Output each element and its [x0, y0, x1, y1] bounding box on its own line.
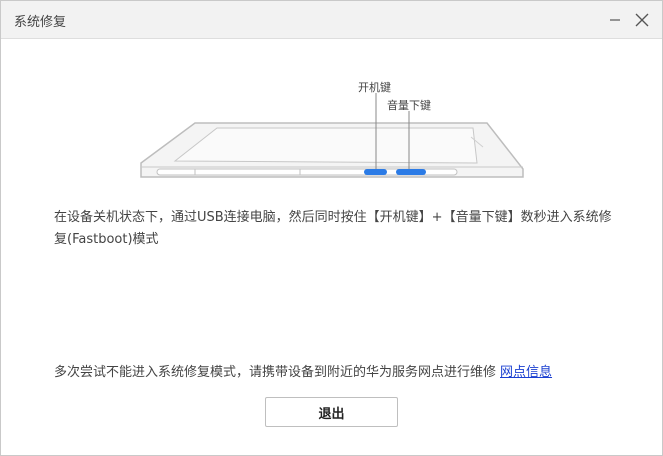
close-icon [635, 13, 649, 27]
window-title: 系统修复 [14, 15, 67, 30]
service-location-link[interactable]: 网点信息 [500, 365, 552, 380]
minimize-icon [610, 19, 620, 21]
minimize-button[interactable] [604, 9, 626, 31]
exit-button[interactable]: 退出 [265, 397, 398, 427]
system-repair-window: 系统修复 开机键 音量下键 在设备关机状态下，通过USB连接电脑，然后同时按住【… [0, 0, 663, 456]
phone-illustration [140, 93, 524, 178]
instruction-text: 在设备关机状态下，通过USB连接电脑，然后同时按住【开机键】+【音量下键】数秒进… [54, 210, 612, 247]
footer-note: 多次尝试不能进入系统修复模式，请携带设备到附近的华为服务网点进行维修 网点信息 [54, 361, 552, 380]
power-key [364, 169, 387, 175]
volume-down-key [396, 169, 426, 175]
close-button[interactable] [631, 9, 653, 31]
power-key-label: 开机键 [358, 81, 391, 94]
title-bar: 系统修复 [1, 1, 662, 39]
footer-note-text: 多次尝试不能进入系统修复模式，请携带设备到附近的华为服务网点进行维修 [54, 365, 497, 380]
volume-down-key-label: 音量下键 [387, 99, 431, 112]
